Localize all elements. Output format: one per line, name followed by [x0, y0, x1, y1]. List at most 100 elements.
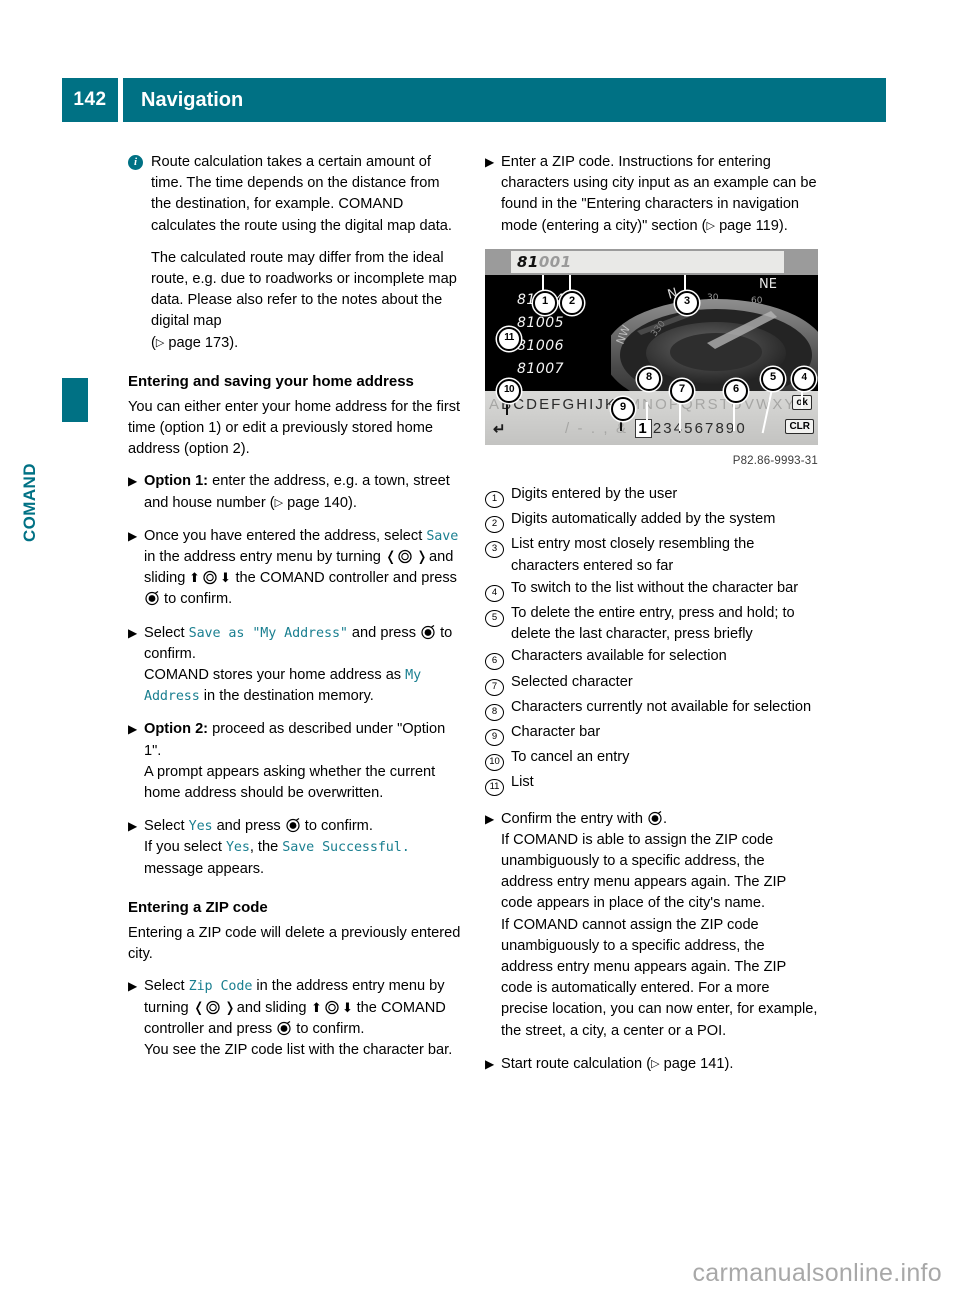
step-start-route-calculation: ▶ Start route calculation (▷ page 141). — [485, 1054, 818, 1075]
controller-turn-icon: ❬❭ — [385, 549, 425, 564]
back-arrow-icon[interactable]: ↵ — [493, 419, 506, 440]
chapter-tab: COMAND — [20, 378, 88, 542]
callout-7: 7 — [670, 378, 694, 403]
step-bullet-icon: ▶ — [128, 625, 138, 640]
controller-press-icon — [144, 591, 160, 606]
zip-list-item[interactable]: 81005 — [517, 312, 564, 335]
legend-item: 3 List entry most closely resembling the … — [485, 534, 818, 576]
zip-list-item[interactable]: 81007 — [517, 358, 564, 381]
callout-legend: 1 Digits entered by the user 2 Digits auto… — [485, 484, 818, 797]
right-column: ▶ Enter a ZIP code. Instructions for ent… — [485, 152, 818, 1087]
step-zip-tail: to confirm. — [292, 1020, 365, 1037]
char-group-avail-1[interactable]: BCDEFGHIJK — [501, 396, 617, 413]
svg-text:❭: ❭ — [416, 549, 425, 564]
info-note-paragraph-2-text: The calculated route may differ from the… — [151, 249, 457, 330]
svg-text:⬆: ⬆ — [189, 571, 200, 585]
legend-text: List entry most closely resembling the c… — [511, 536, 755, 574]
zip-entry-typed: 81 — [517, 252, 539, 271]
legend-item: 1 Digits entered by the user — [485, 484, 818, 509]
save-as-follow-tail: in the destination memory. — [199, 688, 374, 705]
legend-text: To cancel an entry — [511, 749, 630, 766]
step-select-yes: ▶ Select Yes and press to confirm. If yo… — [128, 816, 461, 880]
legend-item: 6 Characters available for selection — [485, 646, 818, 671]
menu-item-yes-2: Yes — [225, 840, 250, 856]
legend-item: 7 Selected character — [485, 672, 818, 696]
step-bullet-icon: ▶ — [128, 528, 138, 543]
zip-entry-auto: 001 — [538, 252, 572, 271]
zip-list-item[interactable]: 81006 — [517, 335, 564, 358]
callout-2: 2 — [560, 290, 584, 315]
legend-number: 4 — [485, 584, 504, 602]
option-2-label: Option 2: — [144, 721, 209, 738]
menu-item-save-as-my-address: Save as "My Address" — [188, 625, 348, 641]
heading-home-address: Entering and saving your home address — [128, 372, 414, 390]
enter-zip-tail: ). — [778, 217, 788, 234]
site-watermark: carmanualsonline.info — [692, 1259, 942, 1287]
step-bullet-icon: ▶ — [485, 811, 495, 826]
option-2-follow: A prompt appears asking whether the curr… — [144, 763, 436, 802]
confirm-paragraph-1: If COMAND is able to assign the ZIP code… — [501, 831, 787, 912]
char-selected[interactable]: 1 — [635, 418, 652, 438]
callout-leader — [646, 401, 648, 424]
option-1-tail: ). — [348, 494, 357, 511]
callout-leader — [679, 398, 681, 431]
legend-number: 9 — [485, 729, 504, 747]
page-header: 142 Navigation — [62, 78, 886, 122]
step-select-zip-code: ▶ Select Zip Code in the address entry m… — [128, 976, 461, 1061]
svg-text:30: 30 — [707, 293, 719, 303]
legend-item: 8 Characters currently not available for … — [485, 697, 818, 721]
legend-number: 8 — [485, 703, 504, 721]
step-yes-tail: to confirm. — [300, 818, 373, 835]
legend-item: 11 List — [485, 772, 818, 797]
step-bullet-icon: ▶ — [485, 1056, 495, 1071]
menu-item-save: Save — [426, 528, 459, 544]
legend-text: To switch to the list without the charac… — [511, 579, 799, 596]
legend-item: 4 To switch to the list without the chara… — [485, 578, 818, 602]
step-zip-mid-2: and sliding — [232, 999, 311, 1016]
step-save-as-my-address: ▶ Select Save as "My Address" and press … — [128, 623, 461, 708]
step-confirm-entry: ▶ Confirm the entry with . If COMAND is … — [485, 809, 818, 1042]
legend-number: 2 — [485, 516, 504, 534]
intro-home-address: You can either enter your home address f… — [128, 398, 461, 458]
chapter-tab-block — [62, 378, 88, 422]
legend-text: Selected character — [511, 673, 633, 690]
legend-item: 10 To cancel an entry — [485, 747, 818, 772]
yes-follow-lead: If you select — [144, 839, 226, 856]
legend-number: 3 — [485, 541, 504, 559]
clr-button[interactable]: CLR — [785, 418, 814, 434]
callout-leader — [733, 400, 735, 431]
info-note-paragraph-2: The calculated route may differ from the… — [151, 249, 457, 351]
page-ref-arrow-icon: ▷ — [274, 496, 284, 509]
svg-text:❬: ❬ — [193, 1000, 205, 1015]
confirm-paragraph-2: If COMAND cannot assign the ZIP code una… — [501, 916, 818, 1039]
step-zip-follow: You see the ZIP code list with the chara… — [144, 1041, 453, 1058]
controller-turn-icon: ❬❭ — [193, 1000, 233, 1015]
legend-number: 11 — [485, 779, 504, 797]
start-route-tail: ). — [724, 1055, 734, 1072]
menu-item-zip-code: Zip Code — [188, 979, 253, 995]
info-note: i Route calculation takes a certain amou… — [128, 152, 461, 354]
legend-text: List — [511, 774, 534, 791]
char-ampersand[interactable] — [628, 420, 634, 437]
callout-5: 5 — [761, 366, 785, 391]
callout-11: 11 — [497, 326, 521, 351]
page-ref-119: page 119 — [719, 217, 779, 234]
step-bullet-icon: ▶ — [485, 155, 495, 169]
step-save: ▶ Once you have entered the address, sel… — [128, 526, 461, 611]
yes-follow-mid: , the — [249, 839, 283, 856]
step-option-1: ▶ Option 1: enter the address, e.g. a to… — [128, 471, 461, 513]
page-ref-arrow-icon: ▷ — [155, 336, 165, 349]
char-group-symbols[interactable]: / - . , & — [565, 420, 628, 437]
info-note-body: Route calculation takes a certain amount… — [151, 152, 461, 354]
legend-number: 6 — [485, 653, 504, 671]
page-ref-141: page 141 — [663, 1055, 725, 1072]
controller-slide-icon: ⬆ ⬇ — [189, 570, 231, 585]
left-column: i Route calculation takes a certain amou… — [128, 152, 461, 1073]
legend-text: Characters available for selection — [511, 648, 727, 665]
legend-item: 9 Character bar — [485, 722, 818, 747]
step-save-tail: to confirm. — [160, 591, 233, 608]
callout-9: 9 — [611, 396, 635, 421]
heading-zip-code: Entering a ZIP code — [128, 898, 268, 916]
step-bullet-icon: ▶ — [128, 979, 138, 994]
page-ref-140: page 140 — [287, 494, 349, 511]
